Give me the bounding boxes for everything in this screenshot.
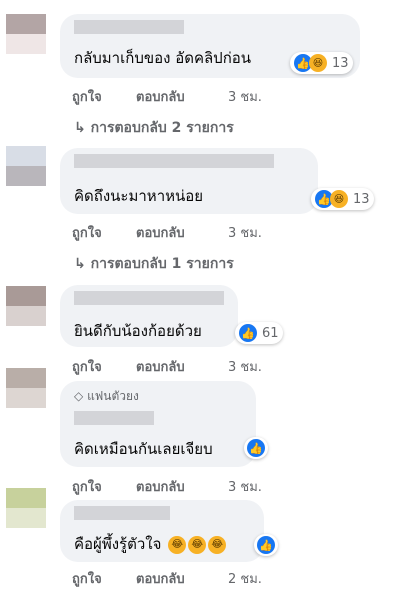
- badge-label: แฟนตัวยง: [87, 389, 139, 403]
- reaction-summary[interactable]: 👍 😆 13: [311, 188, 374, 210]
- commenter-name-redacted[interactable]: [74, 154, 274, 168]
- like-thumb-icon: 👍: [239, 324, 257, 342]
- avatar-image-top: [6, 368, 46, 388]
- avatar[interactable]: [6, 368, 46, 408]
- reply-link[interactable]: ตอบกลับ: [136, 568, 185, 589]
- comment-bubble: ยินดีกับน้องก้อยด้วย: [60, 285, 238, 347]
- comment-text: ยินดีกับน้องก้อยด้วย: [74, 322, 202, 340]
- avatar[interactable]: [6, 146, 46, 186]
- like-link[interactable]: ถูกใจ: [72, 568, 102, 589]
- commenter-name-redacted[interactable]: [74, 506, 170, 520]
- commenter-name-redacted[interactable]: [74, 20, 184, 34]
- comment-bubble: ◇ แฟนตัวยง คิดเหมือนกันเลยเจียบ: [60, 381, 256, 467]
- avatar-image-bottom: [6, 508, 46, 528]
- comment-text: คิดเหมือนกันเลยเจียบ: [74, 440, 213, 458]
- reaction-summary[interactable]: 👍: [254, 534, 278, 556]
- like-link[interactable]: ถูกใจ: [72, 222, 102, 243]
- top-fan-badge: ◇ แฟนตัวยง: [74, 387, 139, 406]
- reaction-count: 13: [332, 55, 349, 71]
- reaction-summary[interactable]: 👍 😆 13: [290, 52, 353, 74]
- comment-text: คือผู้พึ้งรู้ตัวใจ 😂 😂 😂: [74, 534, 227, 554]
- like-link[interactable]: ถูกใจ: [72, 476, 102, 497]
- timestamp[interactable]: 3 ชม.: [228, 476, 262, 497]
- avatar-image-top: [6, 488, 46, 508]
- avatar-image-bottom: [6, 166, 46, 186]
- avatar[interactable]: [6, 14, 46, 54]
- reaction-summary[interactable]: 👍: [244, 437, 268, 459]
- reaction-count: 13: [353, 191, 370, 207]
- avatar[interactable]: [6, 286, 46, 326]
- reply-link[interactable]: ตอบกลับ: [136, 86, 185, 107]
- avatar-image-bottom: [6, 306, 46, 326]
- reaction-count: 61: [262, 325, 279, 341]
- view-replies-link[interactable]: ↳ การตอบกลับ 2 รายการ: [74, 117, 234, 139]
- reply-link[interactable]: ตอบกลับ: [136, 356, 185, 377]
- avatar-image-top: [6, 286, 46, 306]
- avatar-image-bottom: [6, 388, 46, 408]
- avatar-image-bottom: [6, 34, 46, 54]
- comment-text-content: คือผู้พึ้งรู้ตัวใจ: [74, 535, 162, 553]
- haha-emoji-icon: 😆: [330, 190, 348, 208]
- avatar-image-top: [6, 146, 46, 166]
- avatar[interactable]: [6, 488, 46, 528]
- laughing-crying-emoji-icon: 😂: [168, 535, 187, 554]
- commenter-name-redacted[interactable]: [74, 291, 224, 305]
- view-replies-link[interactable]: ↳ การตอบกลับ 1 รายการ: [74, 253, 234, 275]
- comment-bubble: คือผู้พึ้งรู้ตัวใจ 😂 😂 😂: [60, 500, 264, 562]
- comment-bubble: คิดถึงนะมาหาหน่อย: [60, 148, 318, 214]
- like-thumb-icon: 👍: [247, 439, 265, 457]
- timestamp[interactable]: 3 ชม.: [228, 356, 262, 377]
- haha-emoji-icon: 😆: [309, 54, 327, 72]
- diamond-icon: ◇: [74, 389, 84, 403]
- avatar-image-top: [6, 14, 46, 34]
- like-thumb-icon: 👍: [257, 536, 275, 554]
- comment-text: คิดถึงนะมาหาหน่อย: [74, 187, 204, 205]
- laughing-crying-emoji-icon: 😂: [208, 535, 227, 554]
- timestamp[interactable]: 3 ชม.: [228, 222, 262, 243]
- timestamp[interactable]: 3 ชม.: [228, 86, 262, 107]
- like-link[interactable]: ถูกใจ: [72, 356, 102, 377]
- laughing-crying-emoji-icon: 😂: [188, 535, 207, 554]
- comment-text: กลับมาเก็บของ อัดคลิปก่อน: [74, 49, 252, 67]
- commenter-name-redacted[interactable]: [74, 411, 154, 425]
- reaction-summary[interactable]: 👍 61: [235, 322, 283, 344]
- like-link[interactable]: ถูกใจ: [72, 86, 102, 107]
- timestamp[interactable]: 2 ชม.: [228, 568, 262, 589]
- reply-link[interactable]: ตอบกลับ: [136, 222, 185, 243]
- reply-link[interactable]: ตอบกลับ: [136, 476, 185, 497]
